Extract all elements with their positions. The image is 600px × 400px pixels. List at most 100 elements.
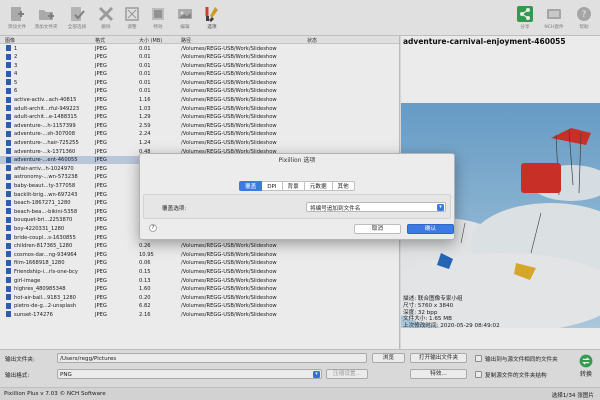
table-row[interactable]: cosmos-dar...ng-934964 JPEG 10.95/Volumes/… — [0, 250, 399, 259]
table-row[interactable]: girl-image JPEG 0.13/Volumes/REGG-USB/Work… — [0, 276, 399, 285]
overwrite-option-value: 将编号追加到文件名 — [310, 206, 361, 212]
file-icon — [6, 285, 11, 292]
dialog-title: Pixillion 选项 — [278, 157, 316, 164]
row-format: JPEG — [95, 243, 107, 250]
table-row[interactable]: adult-archit...e-1488315 JPEG 1.29/Volumes… — [0, 113, 399, 122]
column-header-status[interactable]: 状态 — [307, 37, 317, 44]
row-format: JPEG — [95, 183, 107, 189]
browse-button[interactable]: 浏览 — [372, 353, 405, 363]
file-icon — [6, 130, 11, 137]
table-row[interactable]: pietro-de-g...2-unsplash JPEG 6.82/Volumes… — [0, 302, 399, 311]
row-name: highres_480985348 — [14, 286, 66, 293]
file-icon — [6, 53, 11, 60]
help-button[interactable]: ? 帮助 — [569, 3, 599, 35]
row-size: 0.01 — [139, 79, 151, 86]
overwrite-option-select[interactable]: 将编号追加到文件名 ▾ — [306, 202, 446, 212]
cancel-button[interactable]: 取消 — [354, 224, 401, 234]
add-file-icon — [11, 7, 24, 21]
tab-other[interactable]: 其他 — [332, 181, 355, 191]
row-size: 0.01 — [139, 62, 151, 69]
effects-button[interactable]: 特效 — [143, 3, 173, 35]
tab-background[interactable]: 背景 — [282, 181, 305, 191]
dialog-help-button[interactable]: ? — [149, 224, 157, 232]
convert-button[interactable]: 转换 — [575, 351, 597, 385]
row-path: /Volumes/REGG-USB/Work/Slideshow — [181, 97, 277, 104]
output-format-label: 输出格式: — [5, 373, 30, 379]
add-folder-button[interactable]: 添加文件夹 — [31, 3, 61, 35]
file-icon — [6, 96, 11, 103]
table-row[interactable]: 4 JPEG 0.01/Volumes/REGG-USB/Work/Slidesho… — [0, 70, 399, 79]
row-name: astronomy-...wn-573238 — [14, 174, 78, 181]
row-path: /Volumes/REGG-USB/Work/Slideshow — [181, 277, 277, 284]
table-row[interactable]: 3 JPEG 0.01/Volumes/REGG-USB/Work/Slidesho… — [0, 61, 399, 70]
row-name: film-1668918_1280 — [14, 260, 65, 267]
copy-structure-checkbox[interactable] — [475, 371, 482, 378]
column-header-format[interactable]: 格式 — [95, 37, 105, 44]
tab-dpi[interactable]: DPI — [262, 181, 283, 191]
row-format: JPEG — [95, 140, 107, 147]
table-row[interactable]: adventure-...sh-307008 JPEG 2.24/Volumes/R… — [0, 130, 399, 139]
row-path: /Volumes/REGG-USB/Work/Slideshow — [181, 311, 277, 318]
same-folder-checkbox[interactable] — [475, 355, 482, 362]
ok-button[interactable]: 确认 — [407, 224, 454, 234]
row-format: JPEG — [95, 234, 107, 241]
table-row[interactable]: children-817365_1280 JPEG 0.26/Volumes/REG… — [0, 242, 399, 251]
column-header-path[interactable]: 路径 — [181, 37, 191, 44]
svg-text:?: ? — [582, 10, 587, 20]
file-icon — [6, 105, 11, 112]
nch-suite-button[interactable]: NCH套件 — [539, 3, 569, 35]
row-name: backlit-brig...wn-697243 — [14, 191, 78, 198]
table-row[interactable]: 2 JPEG 0.01/Volumes/REGG-USB/Work/Slidesho… — [0, 53, 399, 62]
row-path: /Volumes/REGG-USB/Work/Slideshow — [181, 140, 277, 147]
table-row[interactable]: hot-air-ball...9183_1280 JPEG 0.20/Volumes… — [0, 293, 399, 302]
nch-suite-label: NCH套件 — [544, 25, 564, 30]
select-all-label: 全部选择 — [67, 25, 87, 30]
file-icon — [6, 113, 11, 120]
table-row[interactable]: sunset-174276 JPEG 2.16/Volumes/REGG-USB/W… — [0, 310, 399, 319]
output-format-value: PNG — [60, 371, 72, 378]
row-size: 0.20 — [139, 294, 151, 301]
row-name: children-817365_1280 — [14, 243, 73, 250]
convert-icon — [579, 354, 593, 368]
table-row[interactable]: adult-archit...rful-949223 JPEG 1.03/Volum… — [0, 104, 399, 113]
row-format: JPEG — [95, 157, 107, 164]
row-format: JPEG — [95, 131, 107, 138]
chevron-down-icon: ▾ — [313, 371, 320, 378]
column-header-size[interactable]: 大小 (MB) — [139, 37, 162, 44]
compression-settings-button[interactable]: 压缩设置... — [326, 369, 368, 379]
output-folder-input[interactable]: /Users/regg/Pictures — [57, 353, 367, 363]
options-button[interactable]: 选项 — [197, 3, 227, 35]
table-row[interactable]: 5 JPEG 0.01/Volumes/REGG-USB/Work/Slidesho… — [0, 78, 399, 87]
tab-metadata[interactable]: 元数据 — [304, 181, 333, 191]
effects-settings-button[interactable]: 特效... — [410, 369, 467, 379]
add-folder-icon — [39, 10, 54, 20]
select-all-button[interactable]: 全部选择 — [62, 3, 92, 35]
effects-label: 特效 — [153, 25, 163, 30]
row-path: /Volumes/REGG-USB/Work/Slideshow — [181, 79, 277, 86]
tab-overwrite[interactable]: 覆盖 — [239, 181, 263, 191]
edit-button[interactable]: 编辑 — [170, 3, 200, 35]
column-header-name[interactable]: 图像 — [5, 37, 15, 44]
table-row[interactable]: 6 JPEG 0.01/Volumes/REGG-USB/Work/Slidesho… — [0, 87, 399, 96]
row-path: /Volumes/REGG-USB/Work/Slideshow — [181, 303, 277, 310]
open-output-folder-button[interactable]: 打开输出文件夹 — [410, 353, 467, 363]
row-path: /Volumes/REGG-USB/Work/Slideshow — [181, 294, 277, 301]
table-row[interactable]: adventure-...hair-725255 JPEG 1.24/Volumes… — [0, 139, 399, 148]
table-row[interactable]: Friendship-i...rls-one-bcy JPEG 0.15/Volum… — [0, 267, 399, 276]
share-label: 分享 — [520, 25, 530, 30]
table-row[interactable]: highres_480985348 JPEG 1.60/Volumes/REGG-U… — [0, 285, 399, 294]
share-button[interactable]: 分享 — [510, 3, 540, 35]
add-file-button[interactable]: 添加文件 — [2, 3, 32, 35]
row-format: JPEG — [95, 105, 107, 112]
output-format-select[interactable]: PNG ▾ — [57, 369, 322, 379]
status-selection: 选择1/34 张图片 — [551, 393, 594, 399]
table-row[interactable]: film-1668918_1280 JPEG 0.06/Volumes/REGG-U… — [0, 259, 399, 268]
row-format: JPEG — [95, 225, 107, 232]
table-row[interactable]: 1 JPEG 0.01/Volumes/REGG-USB/Work/Slidesho… — [0, 44, 399, 53]
row-format: JPEG — [95, 148, 107, 155]
row-name: beach-1867271_1280 — [14, 200, 71, 207]
file-icon — [6, 302, 11, 309]
table-row[interactable]: active-activ...ach-40815 JPEG 1.16/Volumes… — [0, 96, 399, 105]
table-row[interactable]: adventure-...h-1157399 JPEG 2.59/Volumes/R… — [0, 121, 399, 130]
row-path: /Volumes/REGG-USB/Work/Slideshow — [181, 62, 277, 69]
